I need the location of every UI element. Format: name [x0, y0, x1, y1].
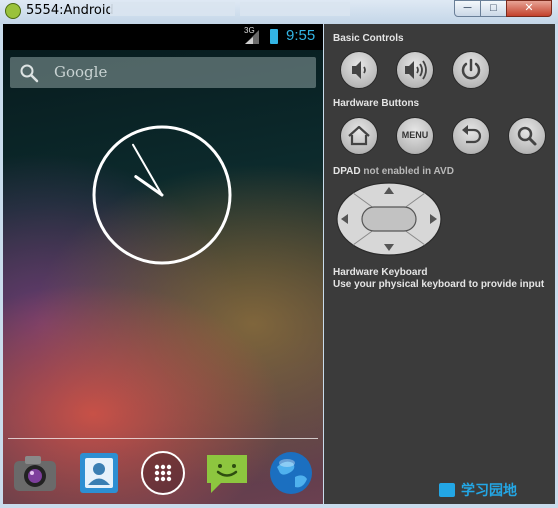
- volume-down-icon: [352, 61, 366, 79]
- power-button[interactable]: [452, 51, 490, 89]
- search-icon: [517, 126, 537, 146]
- dpad-title: DPAD: [333, 166, 361, 177]
- back-button[interactable]: [452, 117, 490, 155]
- camera-icon[interactable]: [11, 449, 59, 497]
- home-button[interactable]: [340, 117, 378, 155]
- hardware-buttons-heading: Hardware Buttons: [333, 98, 420, 109]
- globe-icon[interactable]: [267, 449, 315, 497]
- maximize-button[interactable]: □: [480, 0, 507, 17]
- dpad-center: [361, 206, 417, 232]
- analog-clock[interactable]: [92, 125, 232, 265]
- menu-button[interactable]: MENU: [396, 117, 434, 155]
- volume-down-button[interactable]: [340, 51, 378, 89]
- device-screen[interactable]: 3G 9:55 Google: [3, 24, 323, 504]
- google-search-bar[interactable]: Google: [10, 57, 316, 88]
- basic-controls-heading: Basic Controls: [333, 33, 404, 44]
- signal-icon: [245, 30, 259, 44]
- hardware-keyboard-note: Use your physical keyboard to provide in…: [333, 279, 545, 290]
- search-placeholder: Google: [54, 63, 108, 81]
- watermark-text: 学习园地: [461, 482, 517, 498]
- minimize-button[interactable]: ─: [454, 0, 481, 17]
- dpad-note: not enabled in AVD: [360, 166, 454, 177]
- back-icon: [462, 125, 482, 144]
- power-icon: [461, 58, 481, 80]
- graduation-cap-icon: [439, 483, 455, 497]
- dock-divider: [8, 438, 318, 439]
- status-bar: 3G 9:55: [3, 24, 323, 50]
- home-icon: [348, 125, 370, 146]
- hardware-keyboard-heading: Hardware Keyboard: [333, 267, 428, 278]
- clock-minute-hand: [132, 143, 163, 196]
- close-button[interactable]: ✕: [506, 0, 552, 17]
- clock-hour-hand: [134, 175, 164, 197]
- contacts-icon[interactable]: [75, 449, 123, 497]
- watermark: 学习园地: [439, 480, 517, 500]
- volume-up-button[interactable]: [396, 51, 434, 89]
- volume-up-icon: [405, 60, 427, 80]
- menu-button-label: MENU: [401, 130, 429, 140]
- search-icon: [20, 64, 39, 83]
- dpad-control[interactable]: [335, 181, 443, 257]
- app-grid-icon[interactable]: [139, 449, 187, 497]
- window-frame-bottom: [0, 504, 558, 508]
- search-button[interactable]: [508, 117, 546, 155]
- dpad-heading: DPAD not enabled in AVD: [333, 166, 454, 177]
- titlebar-blur: [110, 2, 235, 16]
- titlebar-blur: [240, 2, 350, 16]
- controls-panel: Basic Controls Hardware Buttons MENU DPA…: [324, 24, 555, 504]
- status-time: 9:55: [286, 27, 316, 44]
- window-titlebar: 5554:Android ─ □ ✕: [0, 0, 558, 24]
- window-title: 5554:Android: [26, 3, 114, 18]
- battery-icon: [270, 29, 278, 44]
- android-app-icon: [5, 3, 21, 19]
- message-icon[interactable]: [203, 449, 251, 497]
